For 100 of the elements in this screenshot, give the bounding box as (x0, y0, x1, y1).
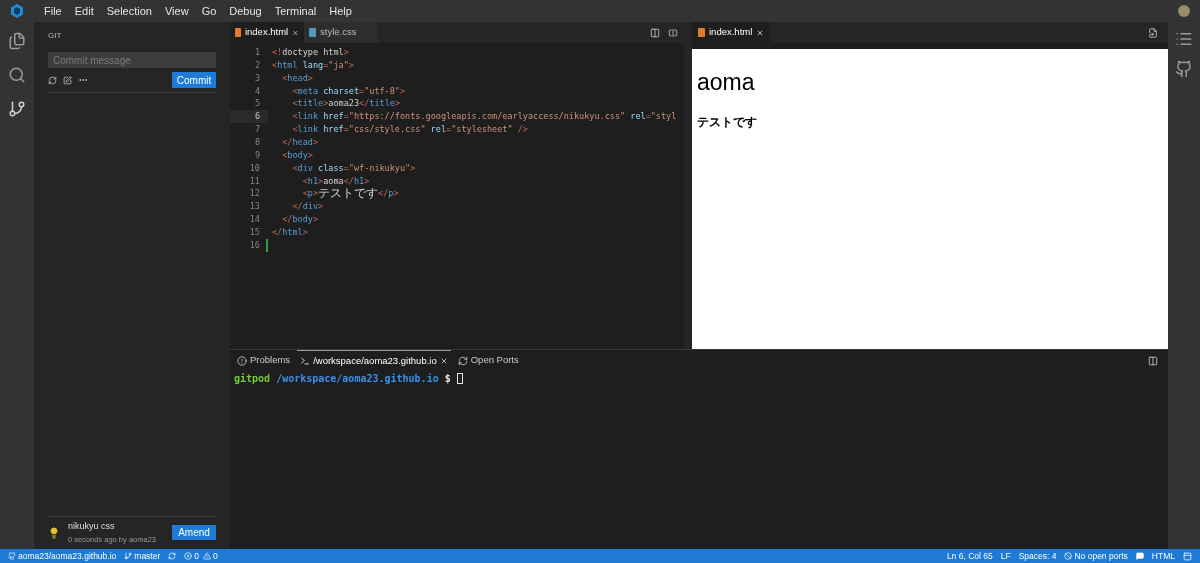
html-file-icon (235, 28, 241, 37)
panel-icon[interactable] (1183, 551, 1192, 561)
html-file-icon (698, 28, 705, 37)
code-line: <link href="css/style.css" rel="stylesheet" /> (291, 123, 528, 136)
error-count[interactable]: 0 (194, 549, 199, 563)
css-file-icon (309, 28, 316, 37)
blocked-icon (1064, 552, 1073, 560)
commit-button[interactable]: Commit (172, 72, 216, 88)
tab-label: index.html (244, 25, 289, 40)
code-line: </head> (281, 136, 319, 149)
code-line: <html lang="ja"> (272, 58, 354, 72)
split-editor-icon[interactable] (668, 27, 678, 38)
code-line: <link href="https://fonts.googleapis.com/earlyaccess/nikukyu.css" rel="styl (291, 110, 677, 124)
preview-tab[interactable]: index.html (692, 22, 771, 43)
commit-message: nikukyu css (68, 520, 116, 534)
cube-logo-icon (9, 3, 25, 19)
list-icon[interactable] (1175, 30, 1193, 48)
panel-title: GIT (48, 30, 63, 42)
commit-message-field[interactable]: Commit message (48, 52, 216, 68)
panel-tab[interactable]: Problems (234, 350, 294, 371)
menu-item[interactable]: File (44, 2, 62, 20)
branch-name[interactable]: master (134, 549, 161, 563)
line-number: 6 (230, 110, 268, 124)
preview-heading: aoma (697, 68, 756, 97)
close-icon[interactable] (756, 28, 765, 37)
feedback-icon[interactable] (1135, 552, 1144, 560)
avatar-icon[interactable] (1178, 5, 1190, 17)
menu-item[interactable]: Terminal (274, 2, 317, 20)
tab-label: Problems (250, 353, 291, 368)
code-line: <meta charset="utf-8"> (291, 84, 406, 98)
close-icon[interactable] (439, 357, 448, 365)
line-number: 13 (248, 200, 261, 214)
menu-item[interactable]: Debug (229, 2, 262, 20)
language-mode[interactable]: HTML (1151, 549, 1175, 563)
github-icon (8, 552, 16, 560)
line-number: 9 (253, 148, 261, 162)
ports-status[interactable]: No open ports (1074, 549, 1128, 563)
refresh-icon[interactable] (48, 75, 57, 85)
menu-item[interactable]: Help (329, 2, 352, 20)
code-line: <!doctype html> (272, 46, 349, 59)
tab-label: Open Ports (470, 353, 519, 368)
code-line: </div> (291, 200, 324, 214)
terminal-cursor (456, 373, 463, 384)
search-icon[interactable] (8, 66, 26, 84)
refresh-icon (457, 355, 468, 366)
amend-button[interactable]: Amend (172, 525, 216, 541)
line-number: 3 (253, 71, 261, 85)
editor-tab[interactable]: style.css (304, 22, 378, 43)
files-icon[interactable] (8, 32, 26, 50)
github-icon[interactable] (1175, 60, 1193, 78)
info-icon (237, 355, 247, 366)
code-line: <p>テストです</p> (301, 187, 399, 201)
line-number: 12 (248, 187, 261, 201)
code-line: </body> (281, 213, 319, 227)
code-line: </html> (272, 226, 308, 239)
menu-item[interactable]: Selection (106, 2, 152, 20)
code-line: <div class="wf-nikukyu"> (291, 161, 416, 175)
terminal-path: /workspace/aoma23.github.io (276, 372, 439, 386)
error-icon (184, 552, 193, 560)
preview-paragraph: テストです (697, 113, 758, 131)
code-line: <title>aoma23</title> (291, 97, 400, 111)
code-line: <head> (281, 71, 313, 85)
lightbulb-icon (48, 526, 60, 539)
terminal-user: gitpod (234, 372, 271, 386)
sync-icon[interactable] (168, 552, 177, 560)
branch-icon[interactable] (8, 100, 26, 118)
warning-count[interactable]: 0 (213, 549, 218, 563)
edit-icon[interactable] (63, 75, 72, 85)
split-panel-icon[interactable] (1148, 355, 1158, 366)
code-line: <body> (281, 148, 313, 162)
terminal-prompt: $ (444, 372, 451, 386)
line-number: 8 (253, 136, 261, 149)
code-line: <h1>aoma</h1> (301, 174, 370, 188)
menu-item[interactable]: Edit (74, 2, 94, 20)
panel-tab[interactable]: /workspace/aoma23.github.io (297, 350, 451, 371)
editor-tab[interactable]: index.html (230, 22, 304, 43)
line-number: 16 (230, 238, 268, 252)
line-number: 15 (248, 226, 261, 239)
menu-item[interactable]: Go (201, 2, 217, 20)
repo-name[interactable]: aoma23/aoma23.github.io (18, 549, 117, 563)
menu-item[interactable]: View (164, 2, 189, 20)
close-icon[interactable] (292, 28, 299, 37)
indentation[interactable]: Spaces: 4 (1018, 549, 1057, 563)
compare-icon[interactable] (650, 27, 660, 38)
branch-icon (124, 552, 133, 560)
warning-icon (203, 552, 211, 560)
line-number: 10 (248, 161, 261, 175)
line-number: 5 (253, 97, 261, 111)
line-ending[interactable]: LF (1000, 549, 1011, 563)
line-number: 4 (253, 84, 261, 98)
open-preview-icon[interactable] (1148, 27, 1158, 38)
line-number: 7 (253, 123, 261, 136)
tab-label: index.html (709, 25, 753, 40)
line-number: 1 (253, 46, 261, 59)
cursor-position[interactable]: Ln 6, Col 65 (946, 549, 993, 563)
tab-label: /workspace/aoma23.github.io (313, 353, 437, 368)
line-number: 11 (248, 174, 261, 188)
terminal-icon (300, 356, 311, 366)
tab-label: style.css (320, 25, 357, 40)
panel-tab[interactable]: Open Ports (454, 350, 522, 371)
